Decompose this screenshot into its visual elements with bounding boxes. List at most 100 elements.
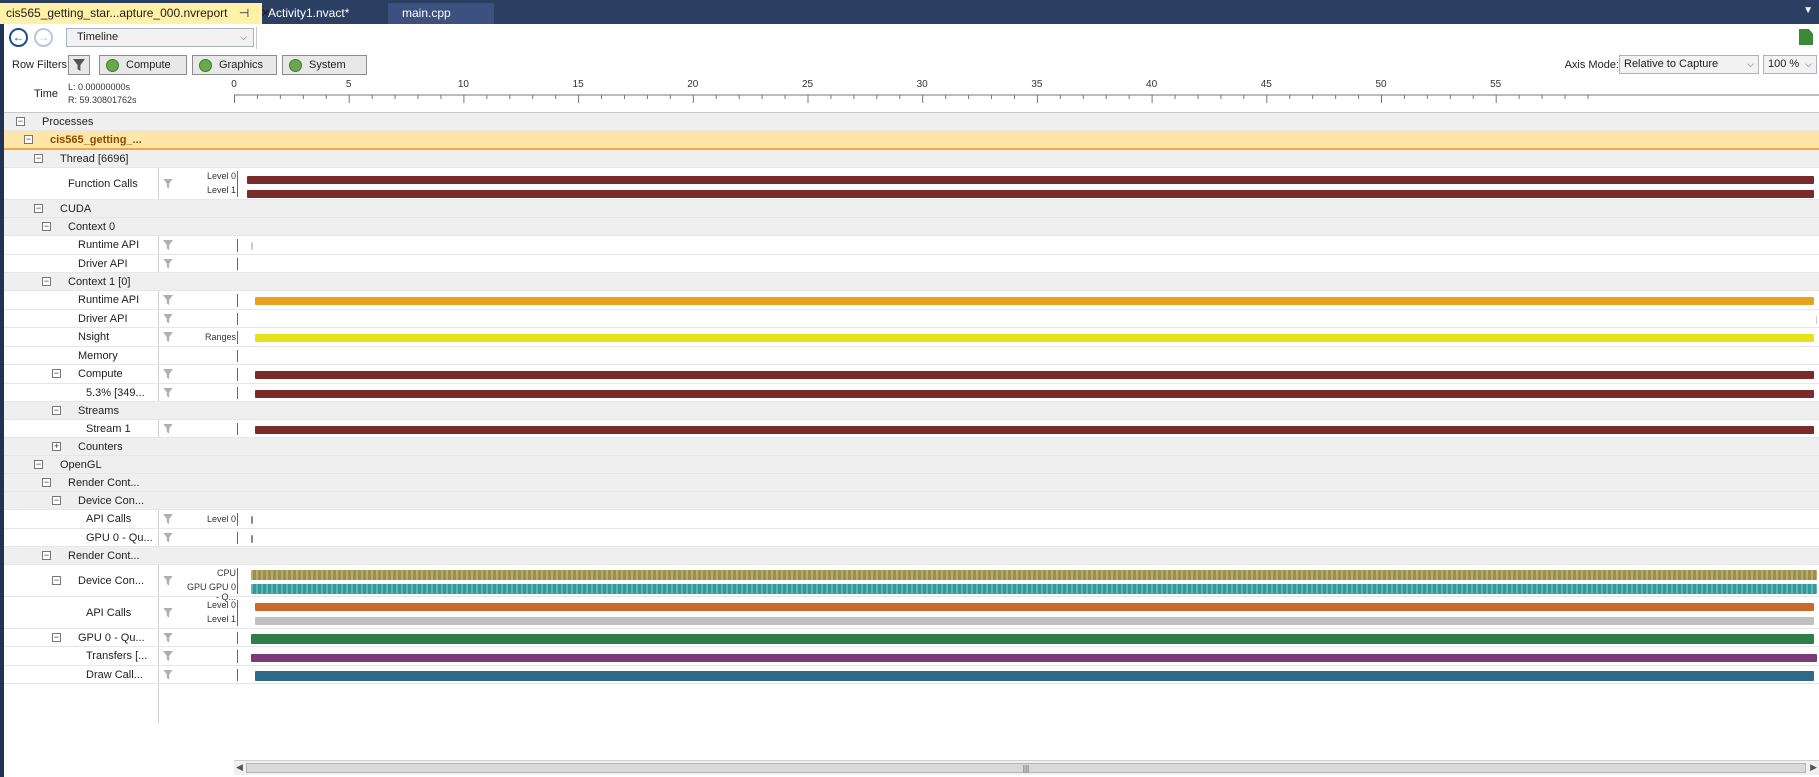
- row-filter-icon[interactable]: [163, 575, 173, 586]
- timeline-event-bar[interactable]: [251, 654, 1818, 662]
- timeline-row[interactable]: − Context 0: [4, 218, 1819, 236]
- timeline-event-bar[interactable]: [254, 617, 1815, 625]
- timeline-event-bar[interactable]: [254, 426, 1815, 434]
- timeline-row[interactable]: Nsight Ranges: [4, 328, 1819, 347]
- system-filter-button[interactable]: System: [282, 55, 367, 75]
- timeline-event-bar[interactable]: [251, 516, 253, 524]
- collapse-icon[interactable]: −: [16, 116, 25, 126]
- timeline-event-bar[interactable]: [254, 334, 1815, 342]
- collapse-icon[interactable]: −: [52, 369, 61, 378]
- timeline-row[interactable]: − Streams: [4, 402, 1819, 420]
- scroll-left-icon[interactable]: ◀: [236, 762, 243, 773]
- timeline-row[interactable]: − cis565_getting_...: [4, 131, 1819, 150]
- row-filter-icon[interactable]: [163, 532, 173, 543]
- row-filter-icon[interactable]: [163, 295, 173, 305]
- compute-filter-button[interactable]: Compute: [99, 55, 187, 75]
- tab-main-cpp[interactable]: main.cpp: [388, 3, 494, 24]
- row-filter-icon[interactable]: [163, 332, 173, 342]
- collapse-icon[interactable]: −: [34, 459, 43, 469]
- zoom-select[interactable]: 100 % ⌵: [1763, 55, 1817, 74]
- timeline-row[interactable]: Draw Call...: [4, 666, 1819, 684]
- row-filter-icon[interactable]: [163, 369, 173, 379]
- collapse-icon[interactable]: −: [52, 575, 61, 585]
- timeline-event-bar[interactable]: [251, 570, 1818, 580]
- row-filter-icon[interactable]: [163, 669, 173, 680]
- collapse-icon[interactable]: −: [42, 550, 51, 560]
- timeline-row[interactable]: − Processes: [4, 113, 1819, 131]
- expand-icon[interactable]: +: [52, 441, 61, 451]
- collapse-icon[interactable]: −: [34, 153, 43, 163]
- timeline-row[interactable]: Memory: [4, 347, 1819, 365]
- tab-activity[interactable]: Activity1.nvact*: [262, 3, 388, 24]
- collapse-icon[interactable]: −: [42, 221, 51, 231]
- timeline-row[interactable]: − Context 1 [0]: [4, 273, 1819, 291]
- row-filter-icon[interactable]: [163, 651, 173, 661]
- row-filter-icon[interactable]: [163, 632, 173, 643]
- timeline-row[interactable]: 5.3% [349...: [4, 384, 1819, 402]
- timeline-event-bar[interactable]: [251, 242, 253, 250]
- collapse-icon[interactable]: −: [24, 134, 33, 144]
- timeline-event-bar[interactable]: [251, 634, 1815, 644]
- row-filter-icon[interactable]: [163, 423, 173, 434]
- collapse-icon[interactable]: −: [42, 276, 51, 286]
- timeline-row[interactable]: API Calls Level 0: [4, 510, 1819, 529]
- collapse-icon[interactable]: −: [52, 632, 61, 642]
- timeline-row[interactable]: − Render Cont...: [4, 547, 1819, 565]
- timeline-row[interactable]: Driver API: [4, 310, 1819, 328]
- timeline-row[interactable]: − Compute: [4, 365, 1819, 384]
- axis-mode-select[interactable]: Relative to Capture ⌵: [1619, 55, 1759, 74]
- collapse-icon[interactable]: −: [52, 495, 61, 505]
- timeline-row[interactable]: − CUDA: [4, 200, 1819, 218]
- timeline-row[interactable]: Runtime API: [4, 236, 1819, 255]
- timeline-row[interactable]: API Calls Level 0 Level 1: [4, 597, 1819, 629]
- collapse-icon[interactable]: −: [42, 477, 51, 487]
- row-filter-icon[interactable]: [163, 313, 173, 324]
- row-filter-button[interactable]: [68, 55, 90, 75]
- timeline-event-bar[interactable]: [246, 190, 1815, 198]
- timeline-row[interactable]: Transfers [...: [4, 647, 1819, 666]
- timeline-event-bar[interactable]: [246, 176, 1815, 184]
- timeline-row[interactable]: − GPU 0 - Qu...: [4, 629, 1819, 647]
- back-button[interactable]: ←: [9, 28, 28, 47]
- timeline-row[interactable]: − Render Cont...: [4, 474, 1819, 492]
- export-document-icon[interactable]: [1799, 29, 1813, 45]
- scroll-right-icon[interactable]: ▶: [1810, 762, 1817, 773]
- row-filter-icon[interactable]: [163, 514, 173, 524]
- timeline-row[interactable]: Stream 1: [4, 420, 1819, 438]
- pin-icon[interactable]: ⊣: [239, 3, 249, 24]
- forward-button[interactable]: →: [34, 28, 53, 47]
- timeline-row[interactable]: − Device Con... CPU GPU GPU 0 - Q...: [4, 565, 1819, 602]
- collapse-icon[interactable]: −: [52, 405, 61, 415]
- timeline-row[interactable]: − Device Con...: [4, 492, 1819, 510]
- row-filter-icon[interactable]: [163, 387, 173, 398]
- timeline-event-bar[interactable]: [254, 603, 1815, 611]
- timeline-row[interactable]: GPU 0 - Qu...: [4, 529, 1819, 547]
- timeline-event-bar[interactable]: [1815, 316, 1818, 324]
- timeline-row[interactable]: Driver API: [4, 255, 1819, 273]
- tab-list-chevron-icon[interactable]: ▼: [1803, 5, 1813, 16]
- timeline-event-bar[interactable]: [251, 535, 253, 543]
- view-select[interactable]: Timeline ⌵: [66, 28, 254, 47]
- timeline-horizontal-scrollbar[interactable]: ◀ ||| ▶: [234, 760, 1819, 775]
- timeline-event-bar[interactable]: [254, 371, 1815, 379]
- row-filter-icon[interactable]: [163, 258, 173, 269]
- timeline-event-bar[interactable]: [254, 671, 1815, 681]
- timeline-row[interactable]: Function Calls Level 0 Level 1: [4, 168, 1819, 200]
- timeline-event-bar[interactable]: [251, 584, 1818, 594]
- timeline-row[interactable]: + Counters: [4, 438, 1819, 456]
- graphics-filter-button[interactable]: Graphics: [192, 55, 277, 75]
- timeline-event-bar[interactable]: [254, 390, 1815, 398]
- timeline-row[interactable]: Runtime API: [4, 291, 1819, 310]
- time-ruler[interactable]: Time L: 0.00000000s R: 59.30801762s 0 5 10…: [4, 78, 1819, 113]
- timeline-row[interactable]: − Thread [6696]: [4, 150, 1819, 168]
- timeline-row[interactable]: − OpenGL: [4, 456, 1819, 474]
- timeline-event-bar[interactable]: [254, 297, 1815, 305]
- collapse-icon[interactable]: −: [34, 203, 43, 213]
- row-filter-icon[interactable]: [163, 607, 173, 618]
- timeline-origin-marker: [237, 171, 238, 197]
- row-filter-icon[interactable]: [163, 240, 173, 250]
- tab-nvreport[interactable]: cis565_getting_star...apture_000.nvrepor…: [0, 3, 271, 24]
- row-filter-icon[interactable]: [163, 178, 173, 189]
- row-label: Render Cont...: [68, 477, 140, 489]
- scrollbar-thumb[interactable]: |||: [246, 763, 1806, 773]
